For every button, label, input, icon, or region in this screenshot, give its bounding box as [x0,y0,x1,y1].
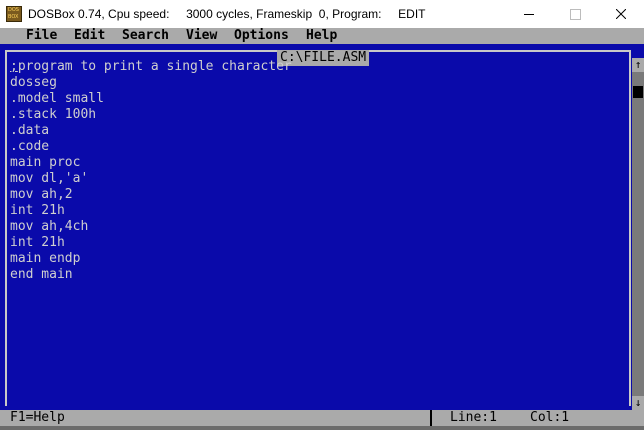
minimize-icon [524,13,534,15]
close-icon [616,9,626,19]
menu-file[interactable]: File [26,28,57,44]
code-line-1-text: program to print a single character [17,59,292,74]
scroll-track[interactable] [632,72,644,396]
code-line[interactable]: int 21h [10,203,65,219]
code-line[interactable]: mov dl,'a' [10,171,88,187]
scroll-thumb[interactable] [633,86,643,98]
menu-options[interactable]: Options [234,28,289,44]
menu-edit[interactable]: Edit [74,28,105,44]
menu-help[interactable]: Help [306,28,337,44]
window-title: DOSBox 0.74, Cpu speed: 3000 cycles, Fra… [28,7,426,21]
code-line[interactable]: .model small [10,91,104,107]
menu-search[interactable]: Search [122,28,169,44]
dosbox-icon[interactable] [6,6,22,22]
code-line[interactable]: main proc [10,155,80,171]
scroll-down-arrow-icon[interactable]: ↓ [632,396,644,410]
status-line-number: Line:1 [450,410,497,425]
window-titlebar[interactable]: DOSBox 0.74, Cpu speed: 3000 cycles, Fra… [0,0,644,28]
code-line[interactable]: dosseg [10,75,57,91]
minimize-button[interactable] [506,0,552,28]
code-line[interactable]: mov ah,4ch [10,219,88,235]
background-strip [0,426,644,430]
code-line[interactable]: end main [10,267,73,283]
status-divider [430,410,432,426]
text-cursor: ; [10,59,18,74]
code-line[interactable]: int 21h [10,235,65,251]
code-line[interactable]: .data [10,123,49,139]
editor-area[interactable]: C:\FILE.ASM ;program to print a single c… [0,44,644,410]
scroll-up-arrow-icon[interactable]: ↑ [632,58,644,72]
code-line[interactable]: mov ah,2 [10,187,73,203]
vertical-scrollbar[interactable]: ↑ ↓ [632,58,644,410]
close-button[interactable] [598,0,644,28]
status-column-number: Col:1 [530,410,570,425]
code-line-1[interactable]: ;program to print a single character [10,59,292,75]
menu-bar: File Edit Search View Options Help [0,28,644,44]
menu-view[interactable]: View [186,28,217,44]
maximize-icon [569,8,581,20]
maximize-button[interactable] [552,0,598,28]
code-line[interactable]: .stack 100h [10,107,96,123]
status-help[interactable]: F1=Help [10,410,65,426]
code-line[interactable]: .code [10,139,49,155]
status-bar: F1=Help Line:1 Col:1 [0,410,644,426]
code-line[interactable]: main endp [10,251,80,267]
